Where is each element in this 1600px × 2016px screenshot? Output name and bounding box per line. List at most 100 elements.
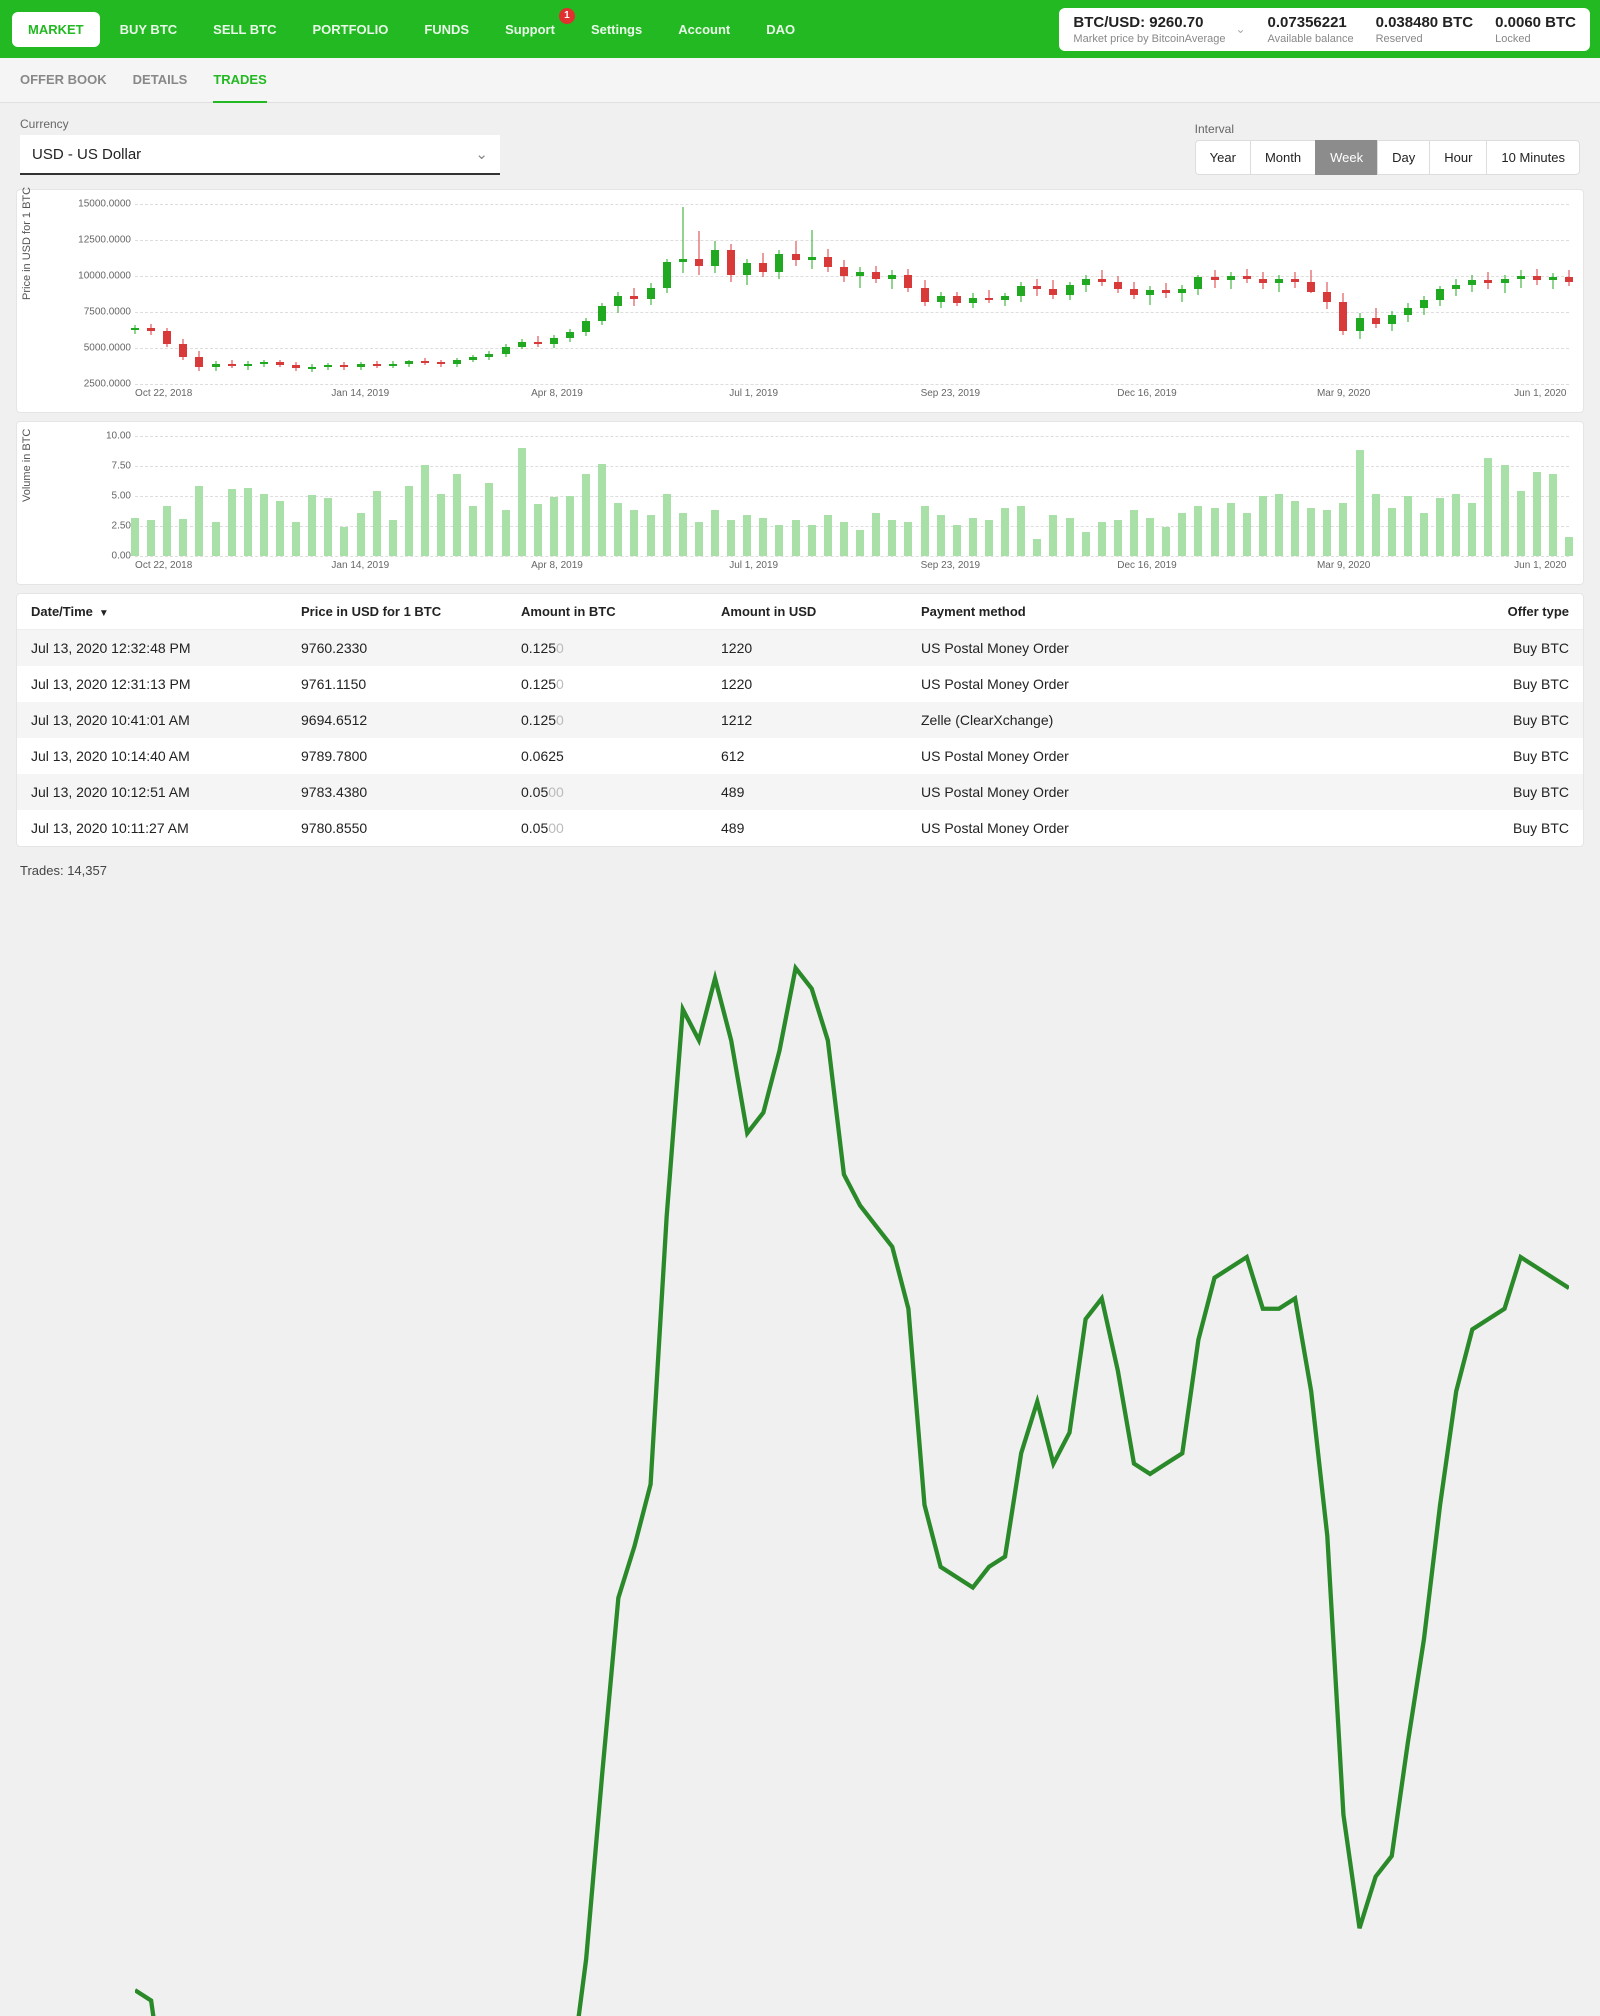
volume-bar (1259, 496, 1267, 556)
y-tick-label: 2500.0000 (75, 379, 131, 390)
market-pair-price: BTC/USD: 9260.70 (1073, 14, 1225, 31)
x-tick-label: Jun 1, 2020 (1514, 388, 1566, 399)
volume-bar (260, 494, 268, 556)
x-tick-label: Apr 8, 2019 (531, 388, 583, 399)
volume-chart[interactable]: 0.002.505.007.5010.00 Oct 22, 2018Jan 14… (75, 436, 1569, 576)
subnav-tab-offer-book[interactable]: OFFER BOOK (20, 72, 107, 102)
volume-bar (1356, 450, 1364, 556)
volume-bar (759, 518, 767, 556)
x-tick-label: Oct 22, 2018 (135, 560, 192, 571)
currency-label: Currency (20, 117, 500, 131)
x-tick-label: Jan 14, 2019 (331, 560, 389, 571)
volume-bar (421, 465, 429, 556)
nav-tab-buy-btc[interactable]: BUY BTC (104, 12, 194, 47)
volume-bar (534, 504, 542, 556)
volume-bar (550, 497, 558, 556)
volume-bar (969, 518, 977, 556)
interval-block: Interval YearMonthWeekDayHour10 Minutes (1195, 122, 1580, 175)
volume-bar (1404, 496, 1412, 556)
nav-tab-portfolio[interactable]: PORTFOLIO (296, 12, 404, 47)
volume-bar (308, 495, 316, 556)
volume-bar (163, 506, 171, 556)
volume-bar (179, 519, 187, 556)
volume-bar (518, 448, 526, 556)
top-navbar: MARKETBUY BTCSELL BTCPORTFOLIOFUNDSSuppo… (0, 0, 1600, 58)
volume-bar (1565, 537, 1573, 556)
subnav-tab-details[interactable]: DETAILS (133, 72, 188, 102)
nav-tab-funds[interactable]: FUNDS (408, 12, 485, 47)
volume-bar (357, 513, 365, 556)
y-tick-label: 10.00 (75, 431, 131, 442)
volume-bar (1130, 510, 1138, 556)
volume-bar (985, 520, 993, 556)
volume-bar (453, 474, 461, 556)
x-tick-label: Jun 1, 2020 (1514, 560, 1566, 571)
nav-tabs: MARKETBUY BTCSELL BTCPORTFOLIOFUNDSSuppo… (10, 12, 813, 47)
volume-bar (1533, 472, 1541, 556)
x-tick-label: Mar 9, 2020 (1317, 388, 1370, 399)
y-tick-label: 5000.0000 (75, 343, 131, 354)
subnav-tab-trades[interactable]: TRADES (213, 72, 266, 103)
volume-bar (614, 503, 622, 556)
volume-bar (1194, 506, 1202, 556)
price-chart[interactable]: 2500.00005000.00007500.000010000.0000125… (75, 204, 1569, 404)
y-tick-label: 10000.0000 (75, 271, 131, 282)
volume-bar (743, 515, 751, 556)
nav-tab-settings[interactable]: Settings (575, 12, 658, 47)
x-tick-label: Oct 22, 2018 (135, 388, 192, 399)
volume-bar (1372, 494, 1380, 556)
x-tick-label: Jul 1, 2019 (729, 388, 778, 399)
volume-bar (1339, 503, 1347, 556)
volume-bar (1082, 532, 1090, 556)
nav-tab-support[interactable]: Support1 (489, 12, 571, 47)
available-balance: 0.07356221 (1268, 14, 1354, 31)
volume-bar (630, 510, 638, 556)
volume-bar (1146, 518, 1154, 556)
currency-select[interactable]: USD - US Dollar ⌄ (20, 135, 500, 175)
volume-bar (792, 520, 800, 556)
available-balance-label: Available balance (1268, 33, 1354, 45)
volume-bar (1388, 508, 1396, 556)
locked-balance: 0.0060 BTC (1495, 14, 1576, 31)
currency-block: Currency USD - US Dollar ⌄ (20, 117, 500, 175)
volume-bar (228, 489, 236, 556)
interval-btn-week[interactable]: Week (1315, 140, 1378, 175)
volume-bar (1436, 498, 1444, 556)
volume-bar (679, 513, 687, 556)
volume-bar (389, 520, 397, 556)
y-tick-label: 7.50 (75, 461, 131, 472)
interval-btn-year[interactable]: Year (1195, 140, 1251, 175)
volume-bar (1275, 494, 1283, 556)
volume-bar (1243, 513, 1251, 556)
volume-bar (1098, 522, 1106, 556)
volume-bar (904, 522, 912, 556)
volume-bar (437, 494, 445, 556)
x-tick-label: Mar 9, 2020 (1317, 560, 1370, 571)
interval-btn-month[interactable]: Month (1250, 140, 1316, 175)
volume-bar (1307, 508, 1315, 556)
nav-tab-sell-btc[interactable]: SELL BTC (197, 12, 292, 47)
volume-bar (937, 515, 945, 556)
volume-bar (888, 520, 896, 556)
volume-bar (1227, 503, 1235, 556)
reserved-balance: 0.038480 BTC (1376, 14, 1474, 31)
volume-bar (1033, 539, 1041, 556)
nav-tab-dao[interactable]: DAO (750, 12, 811, 47)
volume-bar (872, 513, 880, 556)
interval-btn-hour[interactable]: Hour (1429, 140, 1487, 175)
interval-btn-10-minutes[interactable]: 10 Minutes (1486, 140, 1580, 175)
x-tick-label: Dec 16, 2019 (1117, 388, 1177, 399)
volume-bar (1549, 474, 1557, 556)
volume-bar (775, 525, 783, 556)
volume-bar (469, 506, 477, 556)
volume-bar (1162, 527, 1170, 556)
interval-btn-day[interactable]: Day (1377, 140, 1430, 175)
volume-bar (502, 510, 510, 556)
volume-bar (244, 488, 252, 556)
volume-bar (276, 501, 284, 556)
nav-tab-account[interactable]: Account (662, 12, 746, 47)
nav-tab-market[interactable]: MARKET (12, 12, 100, 47)
volume-bar (1420, 513, 1428, 556)
chevron-down-icon[interactable]: ⌄ (1235, 22, 1245, 36)
currency-value: USD - US Dollar (32, 146, 141, 163)
